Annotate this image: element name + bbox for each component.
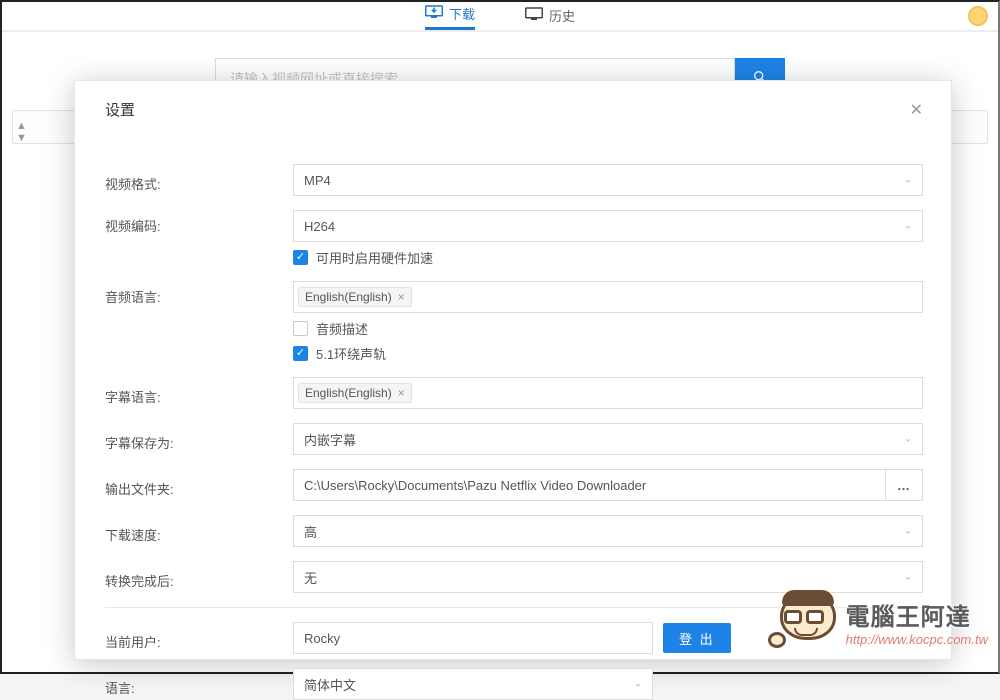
label-download-speed: 下载速度:	[105, 519, 293, 544]
checkbox-hw-accel-label: 可用时启用硬件加速	[316, 248, 433, 267]
watermark-title: 電腦王阿達	[846, 597, 988, 632]
checkbox-surround-label: 5.1环绕声轨	[316, 344, 386, 363]
chevron-down-icon: ⌄	[634, 679, 642, 690]
settings-modal: 设置 ✕ 视频格式: MP4 ⌄ 视频编码: H264 ⌄ 可用时启用硬件加速 …	[74, 80, 952, 660]
tag-remove-icon[interactable]: ×	[398, 386, 405, 400]
tab-history[interactable]: 历史	[525, 4, 575, 30]
monitor-icon	[525, 7, 543, 24]
input-current-user[interactable]: Rocky	[293, 622, 653, 654]
ellipsis-icon: …	[897, 478, 911, 493]
label-video-codec: 视频编码:	[105, 210, 293, 235]
select-video-codec-value: H264	[304, 219, 335, 234]
tag-remove-icon[interactable]: ×	[398, 290, 405, 304]
browse-folder-button[interactable]: …	[885, 469, 923, 501]
label-output-folder: 输出文件夹:	[105, 473, 293, 498]
label-audio-language: 音频语言:	[105, 281, 293, 306]
close-icon[interactable]: ✕	[910, 100, 923, 120]
checkbox-audio-describe-label: 音频描述	[316, 319, 368, 338]
tab-download-label: 下载	[449, 4, 475, 23]
label-subtitle-save-as: 字幕保存为:	[105, 427, 293, 452]
chevron-down-icon: ⌄	[904, 175, 912, 186]
modal-title: 设置	[105, 99, 135, 120]
sort-icon[interactable]: ▲▼	[16, 120, 27, 144]
chevron-down-icon: ⌄	[904, 572, 912, 583]
label-after-convert: 转换完成后:	[105, 565, 293, 590]
multiselect-subtitle-language[interactable]: English(English) ×	[293, 377, 923, 409]
tag-subtitle-english[interactable]: English(English) ×	[298, 383, 412, 403]
select-after-convert-value: 无	[304, 568, 317, 587]
input-output-folder[interactable]: C:\Users\Rocky\Documents\Pazu Netflix Vi…	[293, 469, 885, 501]
select-download-speed-value: 高	[304, 522, 317, 541]
select-subtitle-save-as[interactable]: 内嵌字幕 ⌄	[293, 423, 923, 455]
top-right-icons	[968, 6, 988, 26]
tag-audio-english-label: English(English)	[305, 290, 392, 304]
select-after-convert[interactable]: 无 ⌄	[293, 561, 923, 593]
label-subtitle-language: 字幕语言:	[105, 381, 293, 406]
chevron-down-icon: ⌄	[904, 526, 912, 537]
watermark-url: http://www.kocpc.com.tw	[846, 632, 988, 647]
chevron-down-icon: ⌄	[904, 221, 912, 232]
logout-button[interactable]: 登 出	[663, 623, 731, 653]
top-tabs: 下载 历史	[2, 2, 998, 32]
tab-download[interactable]: 下载	[425, 4, 475, 30]
input-output-folder-value: C:\Users\Rocky\Documents\Pazu Netflix Vi…	[304, 478, 646, 493]
multiselect-audio-language[interactable]: English(English) ×	[293, 281, 923, 313]
chevron-down-icon: ⌄	[904, 434, 912, 445]
checkbox-hw-accel[interactable]	[293, 250, 308, 265]
select-video-codec[interactable]: H264 ⌄	[293, 210, 923, 242]
select-video-format-value: MP4	[304, 173, 331, 188]
label-video-format: 视频格式:	[105, 168, 293, 193]
select-language-value: 简体中文	[304, 675, 356, 694]
select-video-format[interactable]: MP4 ⌄	[293, 164, 923, 196]
checkbox-surround[interactable]	[293, 346, 308, 361]
watermark-mascot-icon	[776, 590, 840, 654]
tag-audio-english[interactable]: English(English) ×	[298, 287, 412, 307]
avatar-icon[interactable]	[968, 6, 988, 26]
monitor-download-icon	[425, 5, 443, 22]
tag-subtitle-english-label: English(English)	[305, 386, 392, 400]
watermark: 電腦王阿達 http://www.kocpc.com.tw	[776, 590, 988, 654]
checkbox-audio-describe[interactable]	[293, 321, 308, 336]
select-language[interactable]: 简体中文 ⌄	[293, 668, 653, 700]
input-current-user-value: Rocky	[304, 631, 340, 646]
label-current-user: 当前用户:	[105, 626, 293, 651]
tab-history-label: 历史	[549, 6, 575, 25]
select-download-speed[interactable]: 高 ⌄	[293, 515, 923, 547]
select-subtitle-save-as-value: 内嵌字幕	[304, 430, 356, 449]
label-language: 语言:	[105, 672, 293, 697]
